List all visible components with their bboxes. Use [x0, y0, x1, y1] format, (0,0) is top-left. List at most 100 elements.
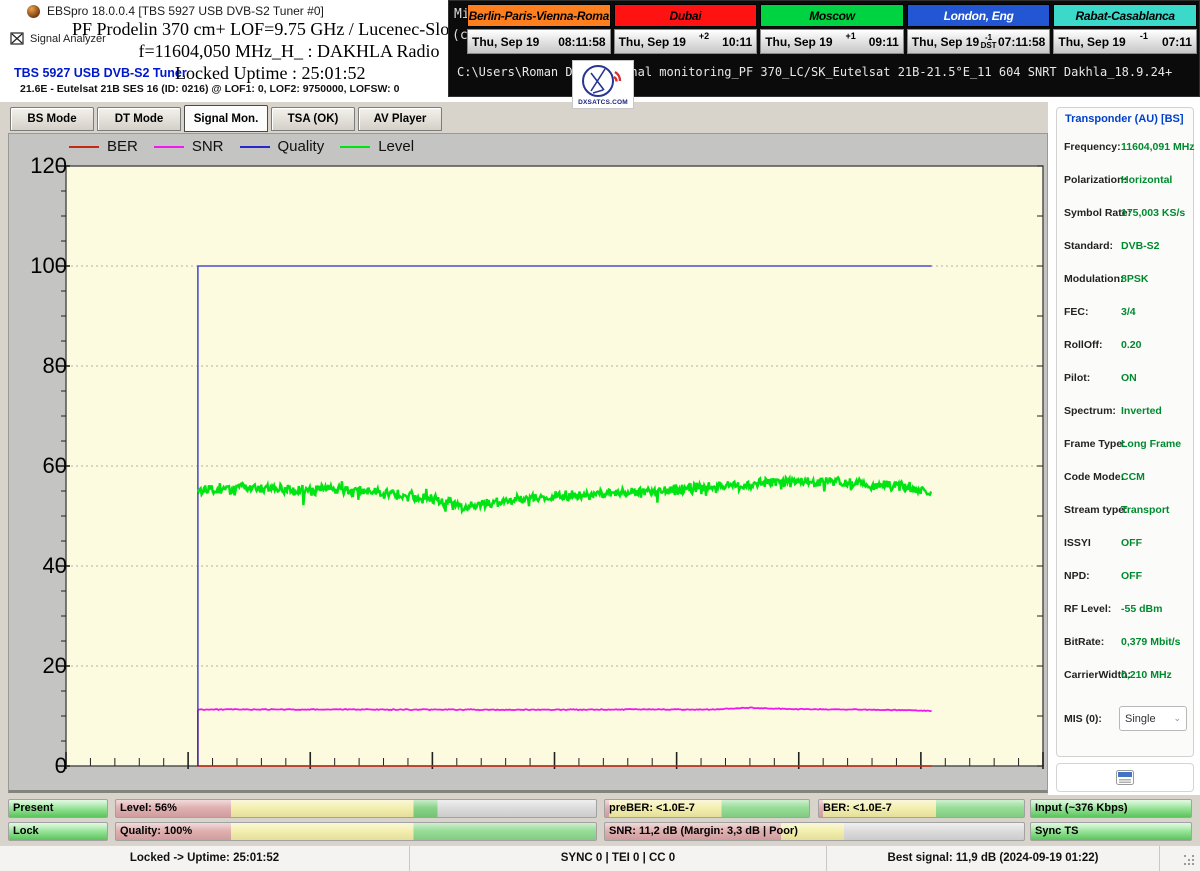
transponder-value: 0,379 Mbit/s: [1121, 636, 1181, 648]
series-quality: [197, 265, 932, 766]
transponder-label: Polarization:: [1064, 174, 1128, 186]
transponder-value: OFF: [1121, 537, 1142, 549]
mis-row: MIS (0): Single ⌄: [1064, 706, 1190, 732]
transponder-value: ON: [1121, 372, 1137, 384]
input-indicator: Input (~376 Kbps): [1030, 799, 1192, 818]
transponder-value: OFF: [1121, 570, 1142, 582]
transponder-row-spectrum: Spectrum: Inverted: [1064, 396, 1190, 429]
legend-item-quality: Quality: [239, 138, 324, 155]
transponder-label: Code Mode:: [1064, 471, 1125, 483]
clock-dubai: Dubai Thu, Sep 19 +2 10:11: [613, 4, 758, 57]
transponder-value: -55 dBm: [1121, 603, 1163, 615]
transponder-label: Pilot:: [1064, 372, 1091, 384]
transponder-value: 0,210 MHz: [1121, 669, 1172, 681]
clock-date: Thu, Sep 19: [911, 34, 980, 49]
transponder-row-issyi: ISSYI OFF: [1064, 528, 1190, 561]
snr-bar: SNR: 11,2 dB (Margin: 3,3 dB | Poor): [604, 822, 1025, 841]
transponder-label: FEC:: [1064, 306, 1089, 318]
transponder-label: Stream type:: [1064, 504, 1128, 516]
ber-line-swatch: [69, 145, 99, 148]
clock-city-label: Berlin-Paris-Vienna-Roma: [467, 4, 611, 27]
transponder-row-polarization: Polarization: Horizontal: [1064, 165, 1190, 198]
clock-city-label: Dubai: [613, 4, 758, 27]
transponder-row-code-mode: Code Mode: CCM: [1064, 462, 1190, 495]
snr-line-swatch: [153, 145, 184, 148]
transponder-row-carrierwidth: CarrierWidth: 0,210 MHz: [1064, 660, 1190, 693]
transponder-row-rf-level: RF Level: -55 dBm: [1064, 594, 1190, 627]
transponder-value: 3/4: [1121, 306, 1136, 318]
console-window[interactable]: Mi (c Berlin-Paris-Vienna-Roma Thu, Sep 1…: [448, 0, 1200, 97]
clock-time-row: Thu, Sep 19 08:11:58: [467, 29, 611, 54]
clock-berlin-paris-vienna-roma: Berlin-Paris-Vienna-Roma Thu, Sep 19 08:11…: [467, 4, 611, 57]
transponder-value: 175,003 KS/s: [1121, 207, 1186, 219]
tab-dt-mode[interactable]: DT Mode: [97, 107, 181, 131]
logo-text: DXSATCS.COM: [578, 99, 628, 106]
save-button[interactable]: [1056, 763, 1194, 792]
world-clocks: Berlin-Paris-Vienna-Roma Thu, Sep 19 08:11…: [467, 4, 1197, 57]
mode-tabs: BS Mode DT Mode Signal Mon. TSA (OK) AV Play…: [10, 105, 442, 132]
app-icon: [27, 4, 40, 18]
locked-uptime: Locked Uptime : 25:01:52: [175, 63, 366, 83]
transponder-row-bitrate: BitRate: 0,379 Mbit/s: [1064, 627, 1190, 660]
transponder-row-pilot: Pilot: ON: [1064, 363, 1190, 396]
transponder-label: RollOff:: [1064, 339, 1103, 351]
chart-legend: BER SNR Quality Level: [69, 138, 414, 155]
series-ber: [197, 710, 932, 767]
tab-tsa-ok[interactable]: TSA (OK): [271, 107, 355, 131]
antenna-title: PF Prodelin 370 cm+ LOF=9.75 GHz / Lucen…: [72, 19, 489, 39]
chevron-down-icon: ⌄: [1173, 713, 1181, 723]
tuner-details: 21.6E - Eutelsat 21B SES 16 (ID: 0216) @…: [20, 83, 400, 95]
level-line-swatch: [340, 145, 371, 148]
statusbar-cell-best-signal: Best signal: 11,9 dB (2024-09-19 01:22): [827, 846, 1160, 871]
transponder-value: Inverted: [1121, 405, 1162, 417]
tab-signal-mon[interactable]: Signal Mon.: [184, 105, 268, 132]
transponder-row-stream-type: Stream type: Transport: [1064, 495, 1190, 528]
transponder-row-standard: Standard: DVB-S2: [1064, 231, 1190, 264]
y-axis-label-80: 80: [42, 353, 67, 378]
clock-date: Thu, Sep 19: [472, 34, 540, 49]
transponder-label: BitRate:: [1064, 636, 1105, 648]
signal-chart-panel: BER SNR Quality Level 120 100 80 60 40 20 0: [8, 133, 1048, 793]
console-fragment: (c: [452, 28, 468, 43]
signal-analyzer-icon: [10, 32, 24, 45]
clock-utc-offset: -1 DST: [980, 32, 997, 50]
y-axis-label-20: 20: [42, 653, 67, 678]
transponder-value: 8PSK: [1121, 273, 1149, 285]
tab-av-player[interactable]: AV Player: [358, 107, 442, 131]
transponder-value: CCM: [1121, 471, 1145, 483]
clock-time-row: Thu, Sep 19 +1 09:11: [760, 29, 904, 54]
series-snr: [197, 706, 932, 713]
y-axis-label-60: 60: [42, 453, 67, 478]
series-level: [196, 474, 933, 515]
legend-item-level: Level: [340, 138, 414, 155]
clock-time-row: Thu, Sep 19 -1 DST 07:11:58: [906, 29, 1051, 54]
legend-item-ber: BER: [69, 138, 138, 155]
level-bar: Level: 56%: [115, 799, 597, 818]
signal-chart: [57, 165, 1044, 769]
mis-dropdown[interactable]: Single ⌄: [1119, 706, 1187, 731]
clock-moscow: Moscow Thu, Sep 19 +1 09:11: [760, 4, 904, 57]
clock-utc-offset: +2: [698, 31, 710, 41]
clock-london-eng: London, Eng Thu, Sep 19 -1 DST 07:11:58: [906, 4, 1051, 57]
transponder-panel: Transponder (AU) [BS] MIS (0): Single ⌄ …: [1056, 107, 1195, 757]
ebspro-window: EBSpro 18.0.0.4 [TBS 5927 USB DVB-S2 Tun…: [0, 0, 1200, 871]
y-axis-label-0: 0: [54, 753, 67, 778]
transponder-label: NPD:: [1064, 570, 1090, 582]
transponder-row-modulation: Modulation: 8PSK: [1064, 264, 1190, 297]
legend-item-snr: SNR: [153, 138, 224, 155]
transponder-label: Spectrum:: [1064, 405, 1116, 417]
mis-value: Single: [1125, 712, 1156, 725]
dxsatcs-logo: DXSATCS.COM: [572, 60, 634, 109]
transponder-row-rolloff: RollOff: 0.20: [1064, 330, 1190, 363]
quality-line-swatch: [239, 145, 270, 148]
sync-ts-indicator: Sync TS: [1030, 822, 1192, 841]
transponder-value: Horizontal: [1121, 174, 1173, 186]
y-axis-label-120: 120: [30, 153, 67, 178]
resize-grip[interactable]: [1184, 855, 1196, 867]
tuner-name: TBS 5927 USB DVB-S2 Tuner: [14, 66, 187, 80]
disk-icon: [1116, 770, 1134, 785]
clock-city-label: Rabat-Casablanca: [1053, 4, 1197, 27]
tab-bs-mode[interactable]: BS Mode: [10, 107, 94, 131]
transponder-label: RF Level:: [1064, 603, 1112, 615]
transponder-row-fec: FEC: 3/4: [1064, 297, 1190, 330]
